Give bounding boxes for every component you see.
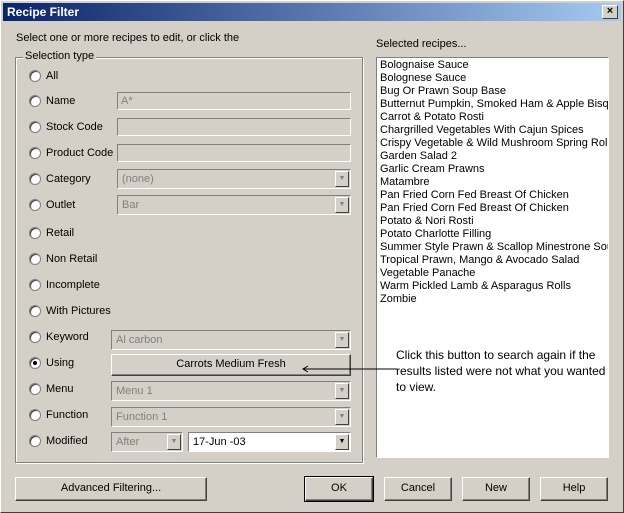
list-item[interactable]: Bolognese Sauce [380, 72, 608, 85]
list-item[interactable]: Zombie [380, 293, 608, 306]
modified-comparison-value: After [116, 436, 140, 448]
radio-outlet-label: Outlet [46, 199, 76, 211]
radio-using-label: Using [46, 357, 75, 369]
radio-stock-code[interactable] [29, 121, 41, 133]
radio-retail-label: Retail [46, 227, 75, 239]
radio-product-code[interactable] [29, 147, 41, 159]
menu-value: Menu 1 [116, 385, 153, 397]
outlet-value: Bar [122, 199, 140, 211]
modified-comparison-select[interactable]: After ▼ [111, 432, 183, 452]
help-button[interactable]: Help [540, 477, 608, 501]
chevron-down-icon[interactable]: ▼ [335, 383, 349, 399]
radio-non-retail[interactable] [29, 253, 41, 265]
title-bar: Recipe Filter × [3, 3, 621, 21]
modified-date-value: 17-Jun -03 [193, 436, 246, 448]
selected-recipes-label: Selected recipes... [376, 38, 467, 50]
list-item[interactable]: Carrot & Potato Rosti [380, 111, 608, 124]
radio-outlet[interactable] [29, 199, 41, 211]
function-select[interactable]: Function 1 ▼ [111, 407, 351, 427]
list-item[interactable]: Potato & Nori Rosti [380, 215, 608, 228]
keyword-select[interactable]: Al carbon ▼ [111, 330, 351, 350]
category-value: (none) [122, 173, 154, 185]
radio-function[interactable] [29, 409, 41, 421]
close-icon[interactable]: × [602, 5, 618, 19]
list-item[interactable]: Warm Pickled Lamb & Asparagus Rolls [380, 280, 608, 293]
radio-incomplete-label: Incomplete [46, 279, 100, 291]
outlet-select[interactable]: Bar ▼ [117, 195, 351, 215]
radio-menu-label: Menu [46, 383, 74, 395]
radio-stock-code-label: Stock Code [46, 121, 103, 133]
stock-code-field[interactable] [117, 118, 351, 136]
list-item[interactable]: Bug Or Prawn Soup Base [380, 85, 608, 98]
radio-name[interactable] [29, 95, 41, 107]
menu-select[interactable]: Menu 1 ▼ [111, 381, 351, 401]
radio-incomplete[interactable] [29, 279, 41, 291]
radio-keyword[interactable] [29, 331, 41, 343]
radio-using[interactable] [29, 357, 41, 369]
list-item[interactable]: Summer Style Prawn & Scallop Minestrone … [380, 241, 608, 254]
list-item[interactable]: Pan Fried Corn Fed Breast Of Chicken [380, 202, 608, 215]
radio-name-label: Name [46, 95, 76, 107]
chevron-down-icon[interactable]: ▼ [335, 171, 349, 187]
selected-recipes-list[interactable]: Bolognaise Sauce Bolognese Sauce Bug Or Pr… [376, 57, 609, 458]
category-select[interactable]: (none) ▼ [117, 169, 351, 189]
radio-with-pictures-label: With Pictures [46, 305, 111, 317]
cancel-button[interactable]: Cancel [384, 477, 452, 501]
radio-retail[interactable] [29, 227, 41, 239]
name-field[interactable]: A* [117, 92, 351, 110]
radio-all-label: All [46, 70, 59, 82]
radio-category[interactable] [29, 173, 41, 185]
modified-date-picker[interactable]: 17-Jun -03 ▼ [188, 432, 351, 452]
advanced-filtering-button[interactable]: Advanced Filtering... [15, 477, 207, 501]
radio-all[interactable] [29, 70, 41, 82]
list-item[interactable]: Potato Charlotte Filling [380, 228, 608, 241]
recipe-filter-dialog: Recipe Filter × Select one or more recip… [0, 0, 624, 513]
chevron-down-icon[interactable]: ▼ [167, 434, 181, 450]
selection-type-legend: Selection type [23, 50, 97, 62]
product-code-field[interactable] [117, 144, 351, 162]
radio-modified[interactable] [29, 435, 41, 447]
radio-non-retail-label: Non Retail [46, 253, 98, 265]
radio-category-label: Category [46, 173, 91, 185]
chevron-down-icon[interactable]: ▼ [335, 197, 349, 213]
radio-function-label: Function [46, 409, 89, 421]
callout-arrow [302, 365, 397, 373]
window-title: Recipe Filter [7, 5, 80, 19]
function-value: Function 1 [116, 411, 168, 423]
chevron-down-icon[interactable]: ▼ [335, 332, 349, 348]
list-item[interactable]: Matambre [380, 176, 608, 189]
radio-with-pictures[interactable] [29, 305, 41, 317]
radio-modified-label: Modified [46, 435, 88, 447]
list-item[interactable]: Butternut Pumpkin, Smoked Ham & Apple Bi… [380, 98, 608, 111]
radio-menu[interactable] [29, 383, 41, 395]
callout-text: Click this button to search again if the… [396, 348, 606, 394]
ok-button[interactable]: OK [304, 476, 374, 502]
list-item[interactable]: Chargrilled Vegetables With Cajun Spices [380, 124, 608, 137]
list-item[interactable]: Vegetable Panache [380, 267, 608, 280]
list-item[interactable]: Tropical Prawn, Mango & Avocado Salad [380, 254, 608, 267]
keyword-value: Al carbon [116, 334, 163, 346]
list-item[interactable]: Garlic Cream Prawns [380, 163, 608, 176]
instructions-text: Select one or more recipes to edit, or c… [16, 32, 240, 44]
list-item[interactable]: Garden Salad 2 [380, 150, 608, 163]
chevron-down-icon[interactable]: ▼ [335, 434, 349, 450]
list-item[interactable]: Bolognaise Sauce [380, 59, 608, 72]
radio-product-code-label: Product Code [46, 147, 114, 159]
chevron-down-icon[interactable]: ▼ [335, 409, 349, 425]
radio-keyword-label: Keyword [46, 331, 89, 343]
new-button[interactable]: New [462, 477, 530, 501]
list-item[interactable]: Crispy Vegetable & Wild Mushroom Spring … [380, 137, 608, 150]
list-item[interactable]: Pan Fried Corn Fed Breast Of Chicken [380, 189, 608, 202]
